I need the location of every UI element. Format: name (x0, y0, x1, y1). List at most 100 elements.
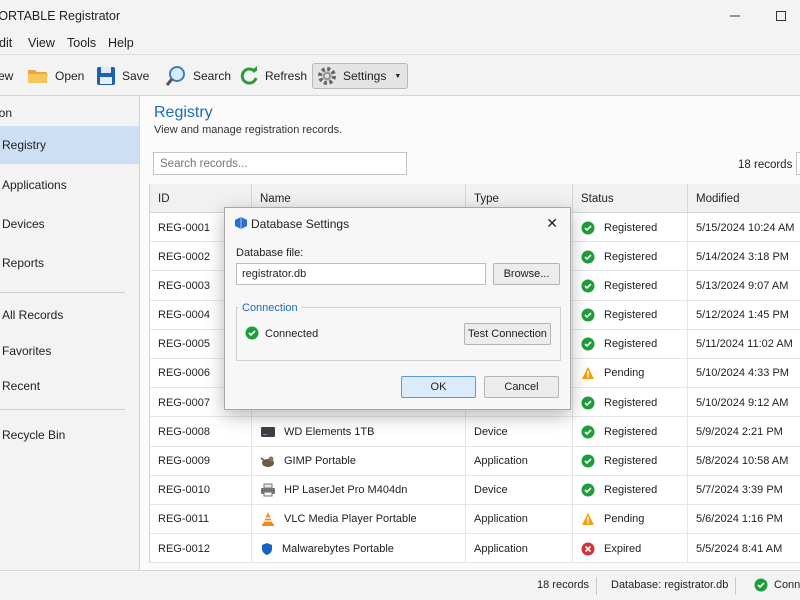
cell-type: Application (466, 534, 573, 564)
cell-name-text: WD Elements 1TB (284, 425, 375, 438)
cell-modified: 5/7/2024 3:39 PM (688, 476, 800, 505)
cell-modified-text: 5/8/2024 10:58 AM (696, 455, 789, 467)
status-text: Registered (604, 484, 658, 497)
table-row[interactable]: REG-0010 HP LaserJet Pro M404dn Device Regi… (150, 475, 800, 505)
filter-box[interactable] (796, 152, 800, 175)
sidebar-item-recent[interactable]: Recent (0, 367, 139, 405)
open-button[interactable]: Open (27, 63, 84, 89)
check-icon (581, 221, 595, 235)
window-title: PORTABLE Registrator (0, 9, 121, 23)
refresh-label: Refresh (265, 69, 308, 83)
sidebar-header: ition (0, 106, 13, 120)
cell-modified-text: 5/5/2024 8:41 AM (696, 542, 783, 555)
browse-button[interactable]: Browse... (493, 263, 560, 285)
menu-view[interactable]: View (28, 36, 55, 50)
cell-modified: 5/5/2024 8:41 AM (688, 534, 800, 563)
table-row[interactable]: REG-0011 VLC Media Player Portable Applica… (150, 504, 800, 535)
check-icon (245, 326, 259, 343)
status-connection: Conne (774, 579, 800, 591)
error-icon (581, 542, 595, 556)
title-bar: PORTABLE Registrator (0, 0, 800, 32)
cell-id: REG-0008 (150, 417, 252, 447)
cell-type: Application (466, 446, 573, 476)
cell-status: Registered (573, 388, 688, 418)
printer-icon (260, 483, 276, 497)
save-button[interactable]: Save (96, 63, 149, 89)
sidebar-item-applications[interactable]: Applications (0, 166, 139, 204)
minimize-button[interactable] (712, 0, 758, 32)
cell-id-text: REG-0004 (158, 309, 210, 322)
menu-bar: dit View Tools Help (0, 32, 800, 54)
database-app-icon (235, 217, 247, 229)
status-text: Registered (604, 221, 658, 234)
settings-label: Settings (343, 69, 387, 83)
sidebar-item-label: Applications (2, 178, 67, 192)
minimize-icon (730, 15, 740, 17)
table-row[interactable]: REG-0012 Malwarebytes Portable Application… (150, 534, 800, 564)
database-file-field[interactable]: registrator.db (236, 263, 486, 285)
sidebar-item-favorites[interactable]: Favorites (0, 332, 139, 370)
status-text: Registered (604, 455, 658, 467)
search-input[interactable] (153, 152, 407, 175)
cell-type-text: Device (474, 484, 508, 497)
sidebar-item-all-records[interactable]: All Records (0, 296, 139, 334)
sidebar-item-registry[interactable]: Registry (0, 126, 139, 164)
column-header-modified[interactable]: Modified (688, 184, 800, 213)
status-divider (735, 577, 736, 595)
cell-status: Registered (573, 242, 688, 272)
check-icon (581, 454, 595, 468)
close-icon[interactable]: ✕ (546, 215, 558, 232)
refresh-icon (240, 66, 258, 85)
status-text: Pending (604, 513, 645, 526)
dialog-title: Database Settings (251, 217, 350, 231)
hard-drive-icon (260, 425, 276, 439)
cell-modified-text: 5/15/2024 10:24 AM (696, 221, 795, 234)
table-row[interactable]: REG-0009 GIMP Portable Application Register… (150, 446, 800, 476)
cell-name: HP LaserJet Pro M404dn (252, 475, 466, 505)
menu-edit[interactable]: dit (0, 36, 12, 50)
magnifier-icon (165, 66, 185, 86)
cell-name-text: GIMP Portable (284, 455, 356, 467)
cell-id: REG-0011 (150, 504, 252, 534)
toolbar: ew Open Save Search Refresh Settings ▼ (0, 54, 800, 96)
cell-status: Registered (573, 475, 688, 505)
connection-status: Connected (265, 328, 319, 340)
sidebar-item-label: Registry (2, 138, 47, 152)
table-row[interactable]: REG-0008 WD Elements 1TB Device Registered 5… (150, 417, 800, 447)
cell-id-text: REG-0011 (158, 513, 210, 526)
cell-name-text: VLC Media Player Portable (284, 513, 417, 526)
new-button[interactable]: ew (0, 63, 13, 89)
database-file-label: Database file: (236, 247, 304, 259)
cell-modified-text: 5/12/2024 1:45 PM (696, 309, 789, 322)
cancel-button[interactable]: Cancel (484, 376, 559, 398)
maximize-button[interactable] (758, 0, 800, 32)
new-label: ew (0, 69, 14, 83)
sidebar-item-recycle-bin[interactable]: Recycle Bin (0, 416, 139, 454)
column-header-status[interactable]: Status (573, 184, 688, 213)
folder-icon (28, 70, 48, 83)
menu-help[interactable]: Help (108, 36, 134, 50)
test-connection-button[interactable]: Test Connection (464, 323, 551, 345)
cell-id: REG-0009 (150, 446, 252, 476)
cell-id-text: REG-0001 (158, 221, 210, 234)
status-text: Registered (604, 425, 658, 438)
open-label: Open (55, 69, 85, 83)
cell-id-text: REG-0006 (158, 367, 210, 380)
menu-tools[interactable]: Tools (67, 36, 96, 50)
sidebar-item-reports[interactable]: Reports (0, 244, 139, 282)
cell-name-text: Malwarebytes Portable (282, 542, 394, 555)
cell-modified-text: 5/7/2024 3:39 PM (696, 484, 783, 497)
refresh-button[interactable]: Refresh (239, 63, 307, 89)
status-text: Pending (604, 367, 645, 380)
sidebar-item-devices[interactable]: Devices (0, 205, 139, 243)
save-label: Save (122, 69, 150, 83)
cell-modified-text: 5/11/2024 11:02 AM (696, 338, 793, 351)
ok-button[interactable]: OK (401, 376, 476, 398)
warning-icon (581, 366, 595, 380)
cell-status: Registered (573, 329, 688, 359)
page-title: Registry (154, 104, 213, 121)
search-button[interactable]: Search (165, 63, 231, 89)
settings-dropdown-button[interactable]: Settings ▼ (312, 63, 409, 89)
cell-status: Pending (573, 504, 688, 534)
check-icon (581, 483, 595, 497)
